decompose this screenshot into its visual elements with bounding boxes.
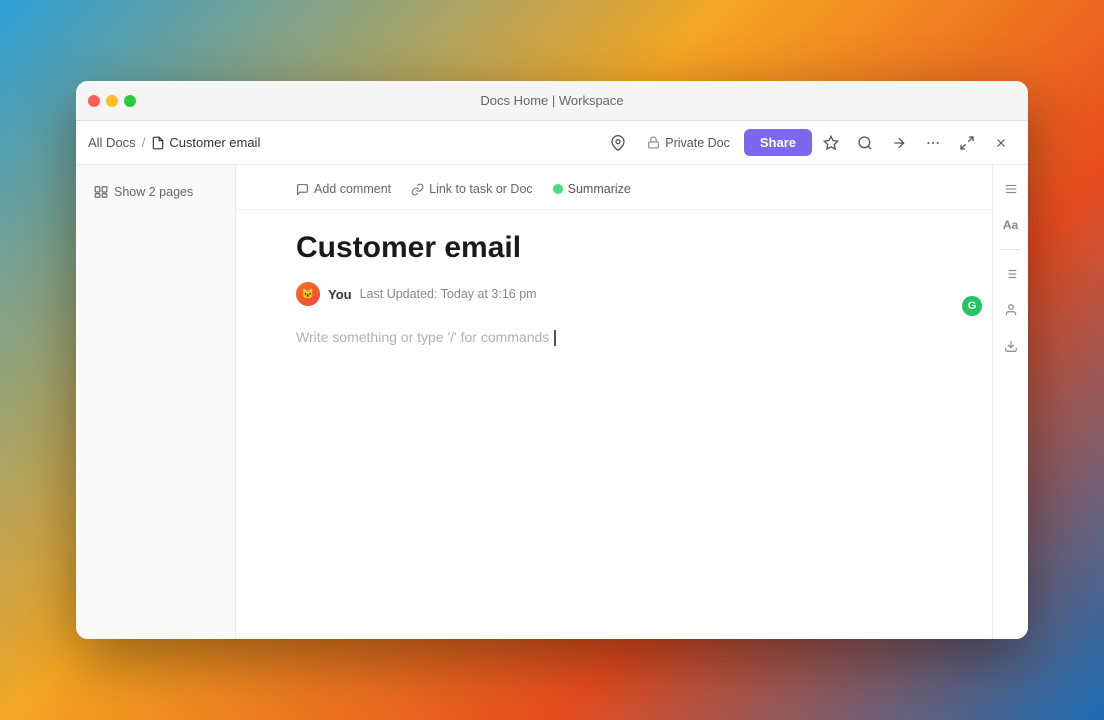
- app-window: Docs Home | Workspace All Docs / Custome…: [76, 81, 1028, 639]
- show-pages-button[interactable]: Show 2 pages: [88, 181, 223, 203]
- maximize-button[interactable]: [124, 95, 136, 107]
- link-icon: [411, 183, 424, 196]
- right-panel-toggle[interactable]: [997, 175, 1025, 203]
- download-button[interactable]: [997, 332, 1025, 360]
- titlebar: Docs Home | Workspace: [76, 81, 1028, 121]
- link-task-button[interactable]: Link to task or Doc: [411, 179, 533, 199]
- breadcrumb-parent[interactable]: All Docs: [88, 135, 136, 150]
- download-icon: [1004, 339, 1018, 353]
- more-options-button[interactable]: [918, 128, 948, 158]
- author-name: You: [328, 287, 352, 302]
- document-content: Customer email 🐱 You Last Updated: Today…: [236, 210, 992, 639]
- toolbar: All Docs / Customer email: [76, 121, 1028, 165]
- toolbar-actions: Private Doc Share: [603, 128, 1016, 158]
- sidebar: Show 2 pages: [76, 165, 236, 639]
- search-button[interactable]: [850, 128, 880, 158]
- author-avatar: 🐱: [296, 282, 320, 306]
- pages-icon: [94, 185, 108, 199]
- show-pages-label: Show 2 pages: [114, 185, 193, 199]
- add-comment-label: Add comment: [314, 182, 391, 196]
- panel-icon1[interactable]: [997, 260, 1025, 288]
- text-cursor: [554, 330, 556, 346]
- privacy-label: Private Doc: [665, 136, 730, 150]
- lock-icon: [647, 136, 660, 149]
- document-area: Add comment Link to task or Doc Summariz…: [236, 165, 992, 639]
- doc-editor[interactable]: Write something or type '/' for commands…: [296, 326, 932, 348]
- doc-icon: [151, 136, 165, 150]
- format-button[interactable]: Aa: [997, 211, 1025, 239]
- last-updated: Last Updated: Today at 3:16 pm: [360, 287, 537, 301]
- summarize-button[interactable]: Summarize: [553, 182, 631, 196]
- breadcrumb-separator: /: [142, 135, 146, 150]
- collaborators-button[interactable]: [997, 296, 1025, 324]
- summarize-dot: [553, 184, 563, 194]
- comment-icon: [296, 183, 309, 196]
- privacy-button[interactable]: Private Doc: [637, 131, 740, 155]
- collapse-button[interactable]: [952, 128, 982, 158]
- breadcrumb-current: Customer email: [151, 135, 260, 150]
- breadcrumb: All Docs / Customer email: [88, 135, 603, 150]
- minimize-button[interactable]: [106, 95, 118, 107]
- format-icon: Aa: [1003, 218, 1018, 232]
- person-icon: [1004, 303, 1018, 317]
- doc-toolbar: Add comment Link to task or Doc Summariz…: [236, 165, 992, 210]
- add-comment-button[interactable]: Add comment: [296, 179, 391, 199]
- link-task-label: Link to task or Doc: [429, 182, 533, 196]
- summarize-label: Summarize: [568, 182, 631, 196]
- editor-placeholder: Write something or type '/' for commands: [296, 329, 549, 345]
- window-title: Docs Home | Workspace: [480, 93, 623, 108]
- pin-button[interactable]: [603, 128, 633, 158]
- document-title[interactable]: Customer email: [296, 230, 932, 266]
- main-content: Show 2 pages Add comment Link t: [76, 165, 1028, 639]
- close-button[interactable]: [88, 95, 100, 107]
- share-button[interactable]: Share: [744, 129, 812, 156]
- export-button[interactable]: [884, 128, 914, 158]
- presence-indicator: G: [962, 296, 982, 316]
- document-meta: 🐱 You Last Updated: Today at 3:16 pm: [296, 282, 932, 306]
- breadcrumb-doc-title: Customer email: [169, 135, 260, 150]
- editor-wrapper: Write something or type '/' for commands…: [296, 326, 932, 348]
- divider: [1001, 249, 1021, 250]
- right-panel: Aa: [992, 165, 1028, 639]
- close-window-button[interactable]: [986, 128, 1016, 158]
- traffic-lights: [88, 95, 136, 107]
- bookmark-button[interactable]: [816, 128, 846, 158]
